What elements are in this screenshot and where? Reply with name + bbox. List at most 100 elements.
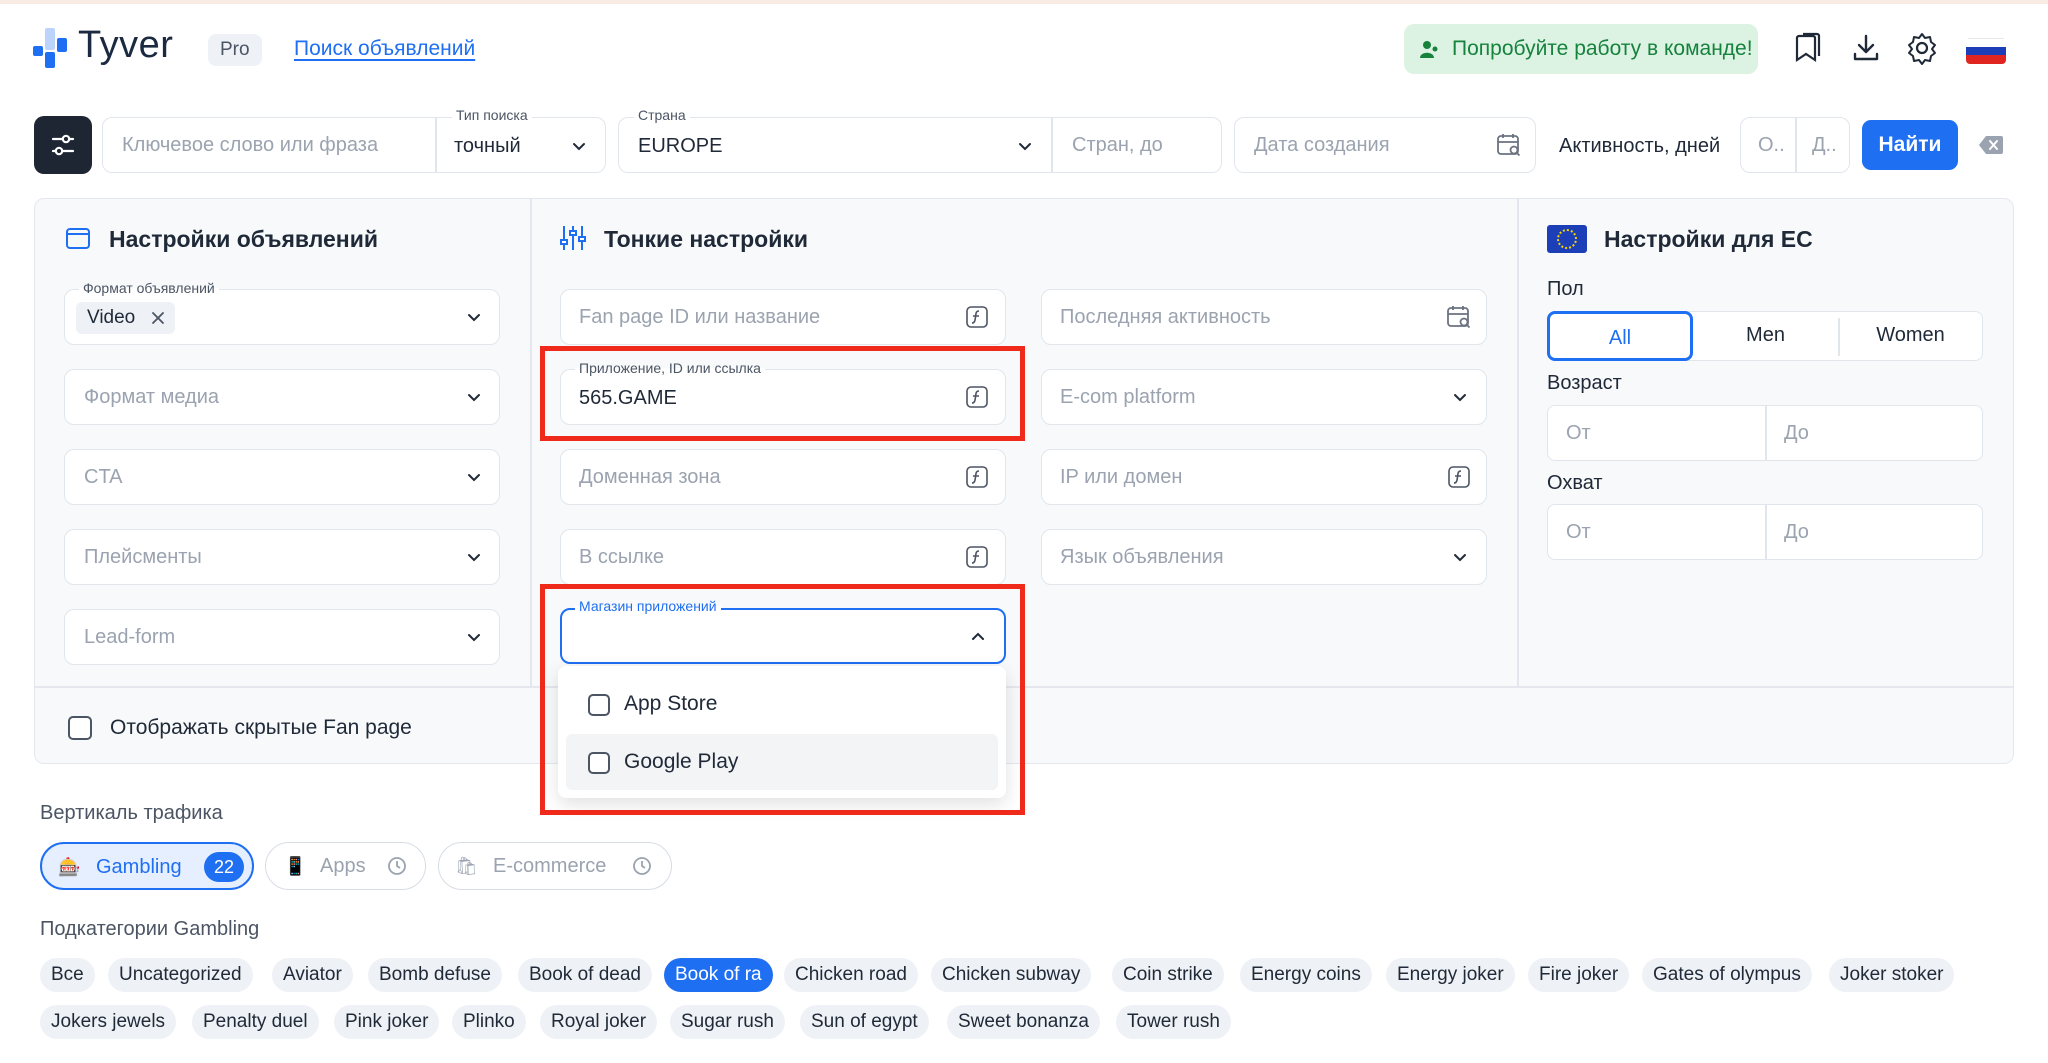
subcategory-tag[interactable]: Royal joker: [540, 1005, 658, 1039]
show-hidden-label: Отображать скрытые Fan page: [110, 716, 412, 739]
fine-settings-title: Тонкие настройки: [604, 226, 809, 252]
subcategory-tag[interactable]: Pink joker: [334, 1005, 440, 1039]
subcategory-tag[interactable]: Tower rush: [1116, 1005, 1231, 1039]
show-hidden-checkbox[interactable]: [68, 716, 92, 740]
chevron-down-icon[interactable]: [466, 470, 482, 486]
in-link-input[interactable]: В ссылке: [579, 546, 664, 569]
search-type-label: Тип поиска: [452, 107, 532, 123]
phone-icon: 📱: [284, 856, 307, 876]
activity-to-input[interactable]: Д..: [1812, 134, 1837, 157]
media-format-placeholder: Формат медиа: [84, 386, 219, 408]
subcategories-label: Подкатегории Gambling: [40, 918, 260, 940]
clock-icon: [633, 857, 651, 875]
keyword-input[interactable]: Ключевое слово или фраза: [122, 134, 378, 157]
team-trial-button[interactable]: Попробуйте работу в команде!: [1404, 24, 1758, 74]
highlight-box-app-store: [540, 584, 1025, 815]
chevron-down-icon[interactable]: [466, 630, 482, 646]
ip-domain-input[interactable]: IP или домен: [1060, 466, 1182, 489]
calendar-search-icon[interactable]: [1496, 132, 1522, 158]
find-button[interactable]: Найти: [1862, 120, 1958, 170]
cta-select[interactable]: [64, 449, 500, 505]
traffic-vertical-label: Вертикаль трафика: [40, 802, 223, 824]
function-icon[interactable]: [966, 306, 988, 328]
function-icon[interactable]: [1448, 466, 1470, 488]
country-select[interactable]: EUROPE: [638, 135, 722, 158]
gender-option-all[interactable]: All: [1547, 311, 1693, 361]
reach-to-input[interactable]: До: [1784, 521, 1809, 544]
age-range-group: [1547, 405, 1983, 461]
lead-form-placeholder: Lead-form: [84, 626, 176, 648]
activity-from-input[interactable]: О..: [1758, 134, 1785, 157]
tyver-logo-icon[interactable]: [33, 28, 73, 68]
language-flag-icon[interactable]: [1966, 38, 2006, 64]
gender-option-men[interactable]: Men: [1693, 311, 1838, 361]
eu-flag-icon: [1547, 225, 1587, 253]
subcategory-tag[interactable]: Все: [40, 958, 95, 992]
subcategory-tag[interactable]: Sun of egypt: [800, 1005, 929, 1039]
chevron-down-icon[interactable]: [1017, 139, 1033, 155]
subcategory-tag[interactable]: Bomb defuse: [368, 958, 502, 992]
chevron-down-icon[interactable]: [466, 550, 482, 566]
age-to-input[interactable]: До: [1784, 422, 1809, 445]
gender-option-women[interactable]: Women: [1838, 311, 1983, 361]
subcategory-tag[interactable]: Sweet bonanza: [947, 1005, 1100, 1039]
countries-to-input[interactable]: Стран, до: [1072, 134, 1163, 157]
ecom-platform-placeholder: E-com platform: [1060, 386, 1196, 408]
chevron-down-icon[interactable]: [571, 139, 587, 155]
subcategory-tag[interactable]: Gates of olympus: [1642, 958, 1812, 992]
ad-format-chip-label: Video: [87, 307, 136, 328]
sliders-icon: [51, 134, 75, 156]
domain-zone-input[interactable]: Доменная зона: [579, 466, 721, 489]
close-icon[interactable]: [151, 311, 165, 325]
subcategory-tag[interactable]: Jokers jewels: [40, 1005, 177, 1039]
chevron-down-icon[interactable]: [466, 390, 482, 406]
cta-placeholder: CTA: [84, 466, 123, 488]
subcategory-tag[interactable]: Energy coins: [1240, 958, 1372, 992]
subcategory-tag[interactable]: Penalty duel: [192, 1005, 319, 1039]
eu-settings-title: Настройки для ЕС: [1604, 226, 1813, 252]
chevron-down-icon[interactable]: [1452, 390, 1468, 406]
filters-toggle-button[interactable]: [34, 116, 92, 174]
age-from-input[interactable]: От: [1566, 422, 1591, 445]
ad-settings-title: Настройки объявлений: [109, 226, 378, 252]
clear-icon[interactable]: [1978, 134, 2004, 156]
team-trial-label: Попробуйте работу в команде!: [1452, 37, 1753, 60]
gear-icon[interactable]: [1904, 30, 1940, 66]
subcategory-tag[interactable]: Fire joker: [1528, 958, 1630, 992]
header: Tyver Pro Поиск объявлений Попробуйте ра…: [0, 0, 2048, 100]
vertical-label: E-commerce: [493, 855, 607, 877]
subcategory-tag[interactable]: Chicken road: [784, 958, 918, 992]
subcategory-tag[interactable]: Book of ra: [664, 958, 773, 992]
search-type-select[interactable]: точный: [454, 135, 521, 158]
reach-from-input[interactable]: От: [1566, 521, 1591, 544]
function-icon[interactable]: [966, 546, 988, 568]
ad-format-chip: Video: [76, 302, 176, 334]
casino-icon: 🎰: [58, 857, 81, 877]
subcategory-tag[interactable]: Plinko: [452, 1005, 526, 1039]
vertical-chip-gambling[interactable]: 🎰 Gambling 22: [40, 842, 254, 890]
subcategory-tag[interactable]: Sugar rush: [670, 1005, 785, 1039]
fan-page-input[interactable]: Fan page ID или название: [579, 306, 820, 329]
subcategory-tag[interactable]: Joker stoker: [1829, 958, 1955, 992]
clock-icon: [388, 857, 406, 875]
subcategory-tag[interactable]: Coin strike: [1112, 958, 1224, 992]
bookmarks-icon[interactable]: [1790, 30, 1826, 66]
subcategory-tag[interactable]: Aviator: [272, 958, 353, 992]
nav-link-ad-search[interactable]: Поиск объявлений: [294, 37, 475, 61]
chevron-down-icon[interactable]: [466, 310, 482, 326]
vertical-chip-apps[interactable]: 📱 Apps: [265, 842, 426, 890]
subcategory-tag[interactable]: Book of dead: [518, 958, 652, 992]
vertical-chip-ecommerce[interactable]: 🛍 E-commerce: [438, 842, 672, 890]
subcategory-tag[interactable]: Energy joker: [1386, 958, 1515, 992]
calendar-search-icon[interactable]: [1446, 304, 1472, 330]
chevron-down-icon[interactable]: [1452, 550, 1468, 566]
subcategory-tag[interactable]: Chicken subway: [931, 958, 1092, 992]
plan-badge: Pro: [208, 34, 262, 66]
subcategory-tag[interactable]: Uncategorized: [108, 958, 253, 992]
brand-name: Tyver: [78, 24, 174, 66]
function-icon[interactable]: [966, 466, 988, 488]
last-activity-input[interactable]: Последняя активность: [1060, 306, 1271, 329]
user-icon: [1420, 41, 1438, 58]
created-date-input[interactable]: Дата создания: [1254, 134, 1390, 157]
download-icon[interactable]: [1848, 30, 1884, 66]
